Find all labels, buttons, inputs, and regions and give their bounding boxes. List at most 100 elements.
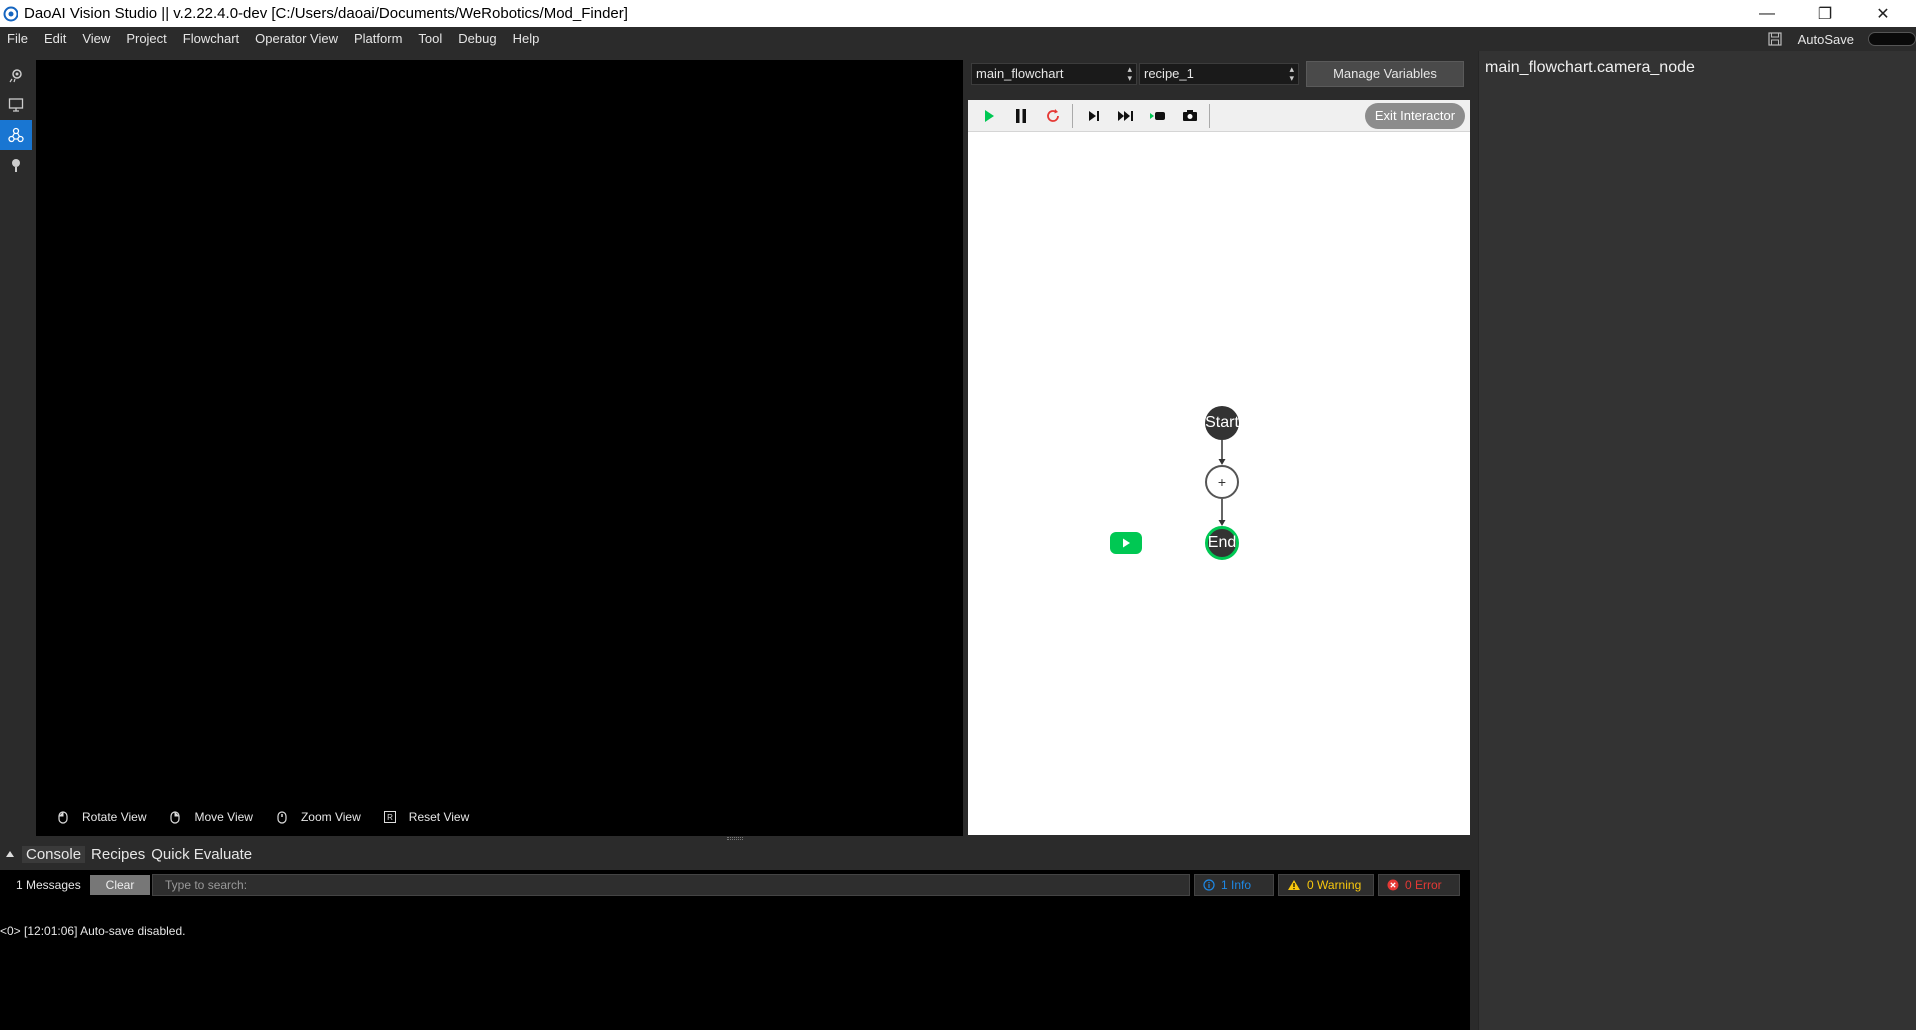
- recipe-select-value: recipe_1: [1144, 66, 1194, 81]
- info-filter-button[interactable]: 1 Info: [1194, 874, 1274, 896]
- 3d-viewport[interactable]: [36, 60, 963, 836]
- flowchart-select[interactable]: main_flowchart ▴ ▾: [971, 63, 1137, 85]
- close-window-button[interactable]: ✕: [1854, 0, 1912, 27]
- svg-text:R: R: [387, 813, 393, 822]
- view-hints: Rotate View Move View Zoom View R Reset …: [56, 808, 491, 826]
- restore-icon: ❐: [1817, 5, 1833, 23]
- warning-icon: [1287, 879, 1301, 891]
- leftbar-flowchart[interactable]: [0, 120, 32, 150]
- console-filter-bar: 1 Messages Clear 1 Info 0 Warning 0 Erro…: [0, 870, 1470, 900]
- log-line: <0> [12:01:06] Auto-save disabled.: [0, 924, 186, 938]
- console-tabs: Console Recipes Quick Evaluate: [0, 842, 1470, 866]
- select-arrows-icon: ▴ ▾: [1127, 64, 1132, 83]
- restore-button[interactable]: ❐: [1796, 0, 1854, 27]
- message-count: 1 Messages: [16, 878, 81, 892]
- hint-zoom-label: Zoom View: [300, 810, 361, 824]
- run-to-button[interactable]: [1143, 102, 1173, 130]
- camera-icon: [9, 69, 22, 83]
- hint-reset-label: Reset View: [408, 810, 470, 824]
- console-log: <0> [12:01:06] Auto-save disabled.: [0, 900, 1470, 1030]
- mouse-right-icon: [168, 810, 182, 824]
- error-filter-button[interactable]: 0 Error: [1378, 874, 1460, 896]
- pause-icon: [1016, 108, 1026, 123]
- menu-bar: File Edit View Project Flowchart Operato…: [0, 27, 1916, 51]
- leftbar-monitor[interactable]: [0, 90, 32, 120]
- fast-forward-icon: [1118, 110, 1133, 121]
- play-icon: [985, 109, 994, 122]
- menu-operator-view[interactable]: Operator View: [247, 27, 346, 51]
- autosave-toggle[interactable]: [1868, 32, 1916, 46]
- autosave-area: AutoSave: [1768, 27, 1916, 51]
- pause-button[interactable]: [1006, 102, 1036, 130]
- autosave-label: AutoSave: [1797, 31, 1854, 47]
- mouse-left-icon: [56, 810, 70, 824]
- properties-panel: main_flowchart.camera_node: [1478, 51, 1916, 1030]
- hint-zoom: Zoom View: [275, 810, 361, 824]
- add-node-button[interactable]: +: [1205, 465, 1239, 499]
- key-r-icon: R: [383, 810, 397, 824]
- tab-recipes[interactable]: Recipes: [91, 846, 145, 863]
- recipe-select[interactable]: recipe_1 ▴ ▾: [1139, 63, 1299, 85]
- menu-debug[interactable]: Debug: [450, 27, 504, 51]
- flowchart-select-value: main_flowchart: [976, 66, 1064, 81]
- menu-help[interactable]: Help: [505, 27, 548, 51]
- menu-file[interactable]: File: [0, 27, 36, 51]
- mouse-wheel-icon: [275, 810, 289, 824]
- reset-icon: [1047, 108, 1059, 122]
- menu-project[interactable]: Project: [118, 27, 174, 51]
- reset-button[interactable]: [1038, 102, 1068, 130]
- splitter-handle[interactable]: [727, 837, 743, 840]
- step-button[interactable]: [1079, 102, 1109, 130]
- menu-flowchart[interactable]: Flowchart: [175, 27, 247, 51]
- start-node[interactable]: Start: [1205, 406, 1239, 440]
- minimize-button[interactable]: —: [1738, 0, 1796, 27]
- monitor-icon: [8, 98, 24, 112]
- title-bar: DaoAI Vision Studio || v.2.22.4.0-dev [C…: [0, 0, 1916, 27]
- play-icon: [1123, 538, 1130, 548]
- error-count-label: 0 Error: [1405, 878, 1442, 892]
- flowchart-icon: [8, 127, 24, 143]
- flowchart-canvas[interactable]: Start + End: [968, 132, 1470, 835]
- end-node[interactable]: End: [1205, 526, 1239, 560]
- close-icon: ✕: [1876, 5, 1890, 23]
- hint-reset: R Reset View: [383, 810, 469, 824]
- menu-view[interactable]: View: [74, 27, 118, 51]
- select-arrows-icon: ▴ ▾: [1289, 64, 1294, 83]
- exit-interactor-button[interactable]: Exit Interactor: [1365, 103, 1465, 129]
- step-icon: [1089, 110, 1099, 121]
- save-icon[interactable]: [1768, 32, 1782, 46]
- menu-platform[interactable]: Platform: [346, 27, 410, 51]
- error-icon: [1387, 879, 1399, 891]
- leftbar-bulb[interactable]: [0, 150, 32, 180]
- tab-quick-evaluate[interactable]: Quick Evaluate: [151, 846, 252, 863]
- bulb-icon: [12, 159, 20, 172]
- console-search-input[interactable]: [152, 874, 1190, 896]
- capture-button[interactable]: [1175, 102, 1205, 130]
- minimize-icon: —: [1759, 4, 1775, 22]
- toolbar-separator: [1209, 103, 1210, 128]
- info-icon: [1203, 879, 1215, 891]
- manage-variables-button[interactable]: Manage Variables: [1306, 61, 1464, 87]
- menu-edit[interactable]: Edit: [36, 27, 74, 51]
- warning-filter-button[interactable]: 0 Warning: [1278, 874, 1374, 896]
- capture-icon: [1183, 109, 1197, 121]
- left-toolbar: [0, 60, 32, 840]
- run-flow-badge[interactable]: [1110, 532, 1142, 554]
- clear-button[interactable]: Clear: [90, 875, 150, 895]
- collapse-triangle-icon[interactable]: [0, 850, 20, 858]
- hint-move: Move View: [168, 810, 253, 824]
- info-count-label: 1 Info: [1221, 878, 1252, 892]
- tab-console[interactable]: Console: [22, 845, 86, 863]
- menu-tool[interactable]: Tool: [410, 27, 450, 51]
- warning-count-label: 0 Warning: [1307, 878, 1362, 892]
- hint-move-label: Move View: [194, 810, 253, 824]
- leftbar-camera[interactable]: [0, 60, 32, 90]
- fast-forward-button[interactable]: [1111, 102, 1141, 130]
- run-to-icon: [1150, 111, 1165, 120]
- toolbar-separator: [1072, 103, 1073, 128]
- run-button[interactable]: [974, 102, 1004, 130]
- hint-rotate-label: Rotate View: [82, 810, 147, 824]
- app-logo-icon: [3, 6, 18, 21]
- flowchart-toolbar: Exit Interactor: [968, 100, 1470, 132]
- window-title: DaoAI Vision Studio || v.2.22.4.0-dev [C…: [24, 5, 628, 22]
